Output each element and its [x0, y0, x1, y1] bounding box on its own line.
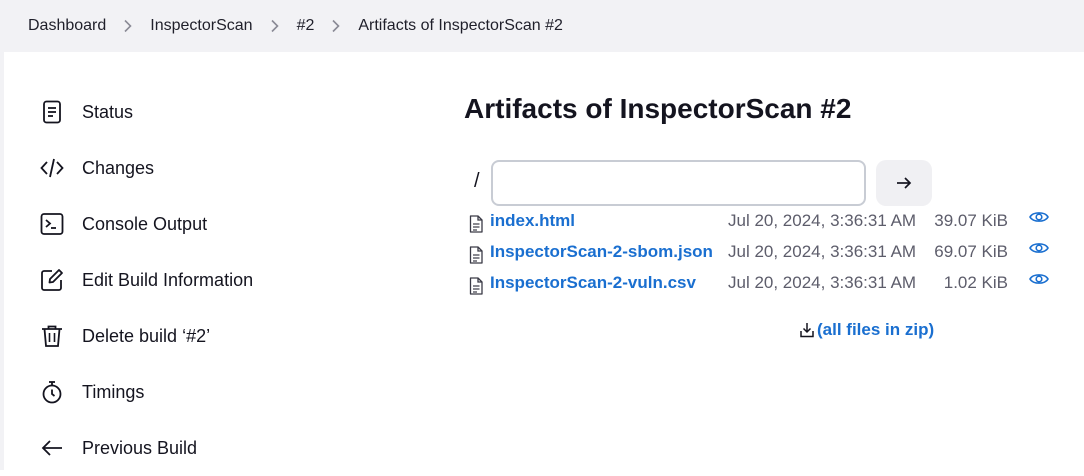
sidebar-item-label: Timings: [82, 381, 145, 402]
main-content: Artifacts of InspectorScan #2 / index.ht…: [464, 90, 1064, 339]
artifact-size: 69.07 KiB: [934, 242, 1008, 261]
chevron-right-icon: [253, 19, 297, 33]
artifact-row: InspectorScan-2-vuln.csv Jul 20, 2024, 3…: [464, 270, 1064, 301]
sidebar-item-label: Status: [82, 101, 134, 122]
download-zip-label: (all files in zip): [817, 320, 935, 339]
chevron-right-icon: [106, 19, 150, 33]
file-icon: [469, 215, 483, 233]
sidebar-item-timings[interactable]: Timings: [38, 364, 398, 420]
sidebar-item-label: Previous Build: [82, 437, 198, 458]
arrow-left-icon: [38, 434, 66, 462]
artifact-link[interactable]: InspectorScan-2-sbom.json: [490, 242, 713, 262]
sidebar-item-console-output[interactable]: Console Output: [38, 196, 398, 252]
page-title: Artifacts of InspectorScan #2: [464, 93, 852, 124]
sidebar: Status Changes Console Output Edit Build…: [38, 84, 398, 476]
eye-icon[interactable]: [1028, 208, 1050, 226]
eye-icon[interactable]: [1028, 270, 1050, 288]
arrow-right-icon: [897, 177, 912, 189]
breadcrumb: Dashboard InspectorScan #2 Artifacts of …: [0, 0, 1084, 52]
trash-icon: [38, 322, 66, 350]
sidebar-item-label: Edit Build Information: [82, 269, 254, 290]
artifact-date: Jul 20, 2024, 3:36:31 AM: [728, 273, 917, 292]
chevron-right-icon: [314, 19, 358, 33]
file-icon: [469, 277, 483, 295]
sidebar-item-status[interactable]: Status: [38, 84, 398, 140]
file-icon: [469, 246, 483, 264]
artifact-link[interactable]: InspectorScan-2-vuln.csv: [490, 273, 696, 293]
terminal-icon: [38, 210, 66, 238]
sidebar-item-edit-build-information[interactable]: Edit Build Information: [38, 252, 398, 308]
go-button[interactable]: [876, 160, 932, 206]
artifact-row: index.html Jul 20, 2024, 3:36:31 AM 39.0…: [464, 208, 1064, 239]
page-edge: [0, 52, 4, 470]
edit-icon: [38, 266, 66, 294]
artifact-date: Jul 20, 2024, 3:36:31 AM: [728, 242, 917, 261]
path-row: /: [464, 160, 1064, 206]
download-icon: [800, 323, 814, 338]
artifact-size: 39.07 KiB: [934, 211, 1008, 230]
sidebar-item-label: Changes: [82, 157, 155, 178]
breadcrumb-artifacts[interactable]: Artifacts of InspectorScan #2: [358, 17, 563, 35]
artifact-link[interactable]: index.html: [490, 211, 575, 231]
code-icon: [38, 154, 66, 182]
artifact-size: 1.02 KiB: [943, 273, 1008, 292]
sidebar-item-delete-build[interactable]: Delete build ‘#2’: [38, 308, 398, 364]
breadcrumb-job[interactable]: InspectorScan: [150, 17, 252, 35]
download-zip-link[interactable]: (all files in zip): [799, 320, 934, 340]
sidebar-item-previous-build[interactable]: Previous Build: [38, 420, 398, 476]
breadcrumb-dashboard[interactable]: Dashboard: [28, 17, 106, 35]
sidebar-item-label: Delete build ‘#2’: [82, 325, 211, 346]
sidebar-item-label: Console Output: [82, 213, 208, 234]
breadcrumb-build[interactable]: #2: [297, 17, 315, 35]
path-input[interactable]: [491, 160, 866, 206]
sidebar-item-changes[interactable]: Changes: [38, 140, 398, 196]
path-prefix: /: [474, 170, 480, 192]
document-icon: [38, 98, 66, 126]
artifact-date: Jul 20, 2024, 3:36:31 AM: [728, 211, 917, 230]
eye-icon[interactable]: [1028, 239, 1050, 257]
artifact-row: InspectorScan-2-sbom.json Jul 20, 2024, …: [464, 239, 1064, 270]
artifact-list: index.html Jul 20, 2024, 3:36:31 AM 39.0…: [464, 208, 1064, 301]
stopwatch-icon: [38, 378, 66, 406]
